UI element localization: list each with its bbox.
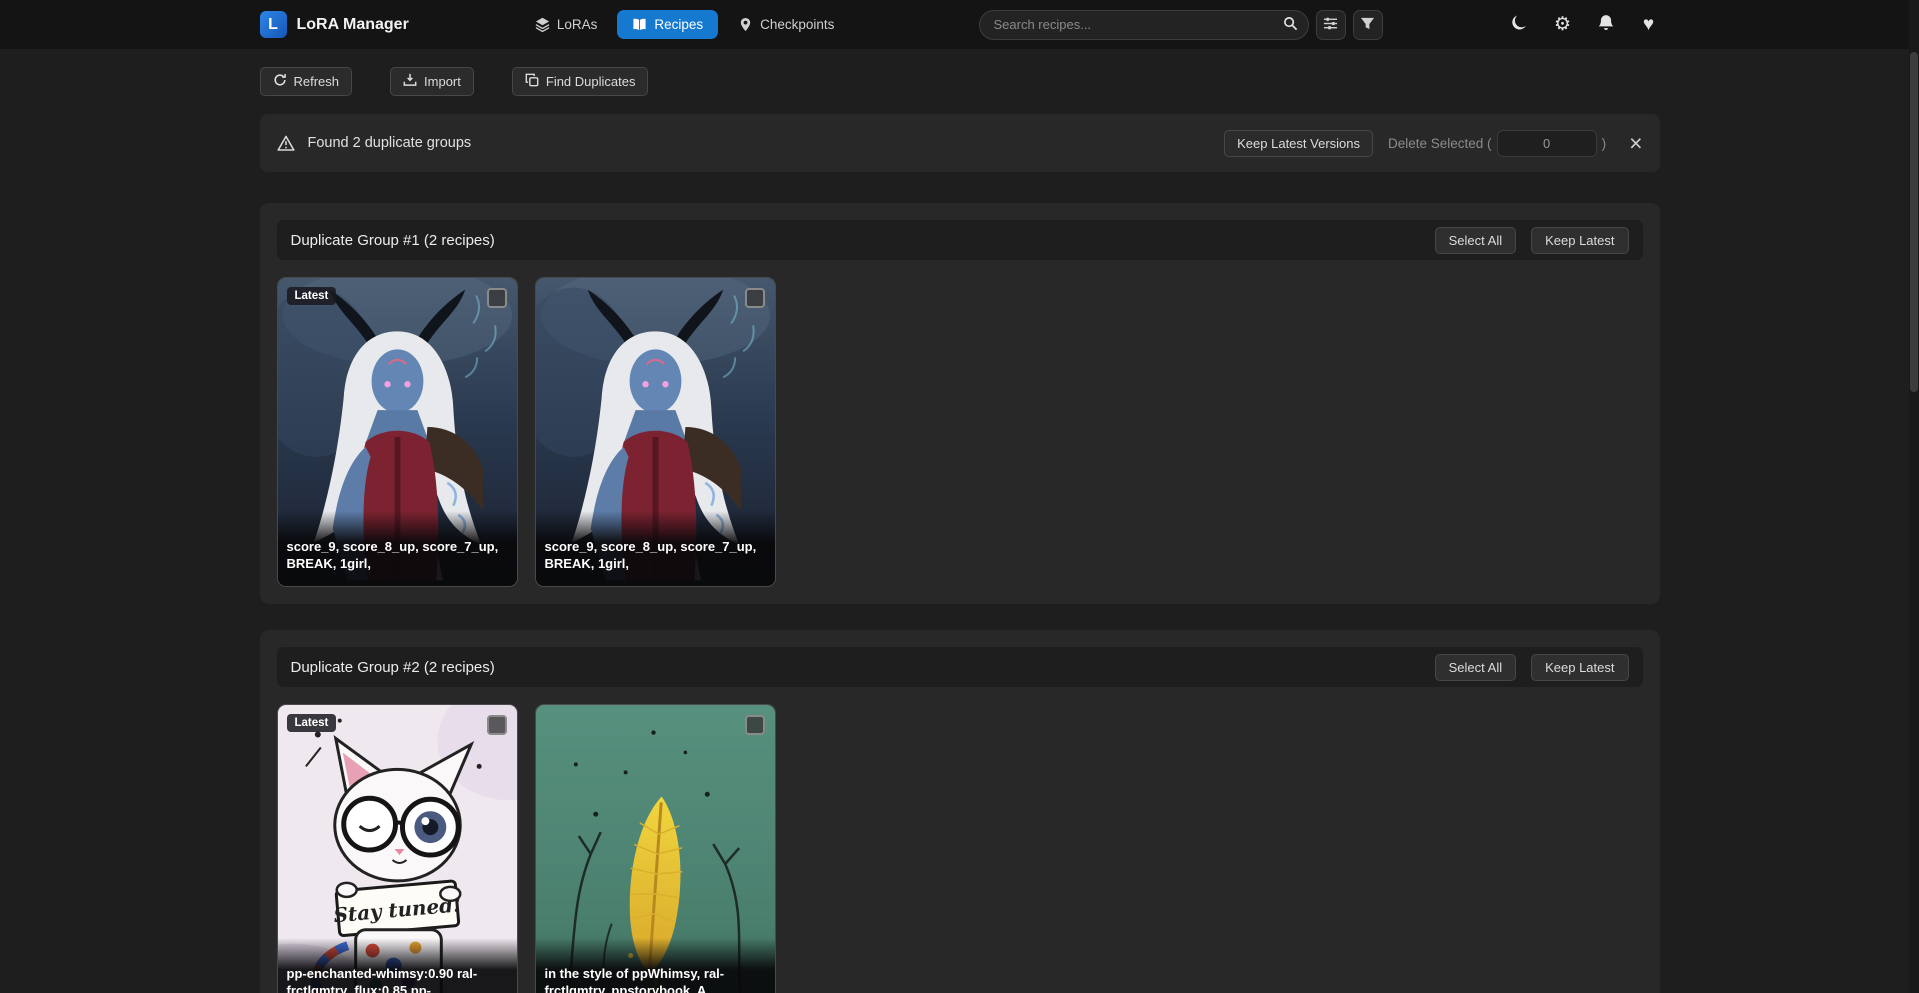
layers-icon [535, 17, 550, 32]
app-title: LoRA Manager [297, 16, 409, 34]
group-1-cards: Latest score_9, score_8_up, score_7_up, … [277, 277, 1643, 587]
app-logo[interactable]: L [260, 11, 287, 38]
group-2-select-all-button[interactable]: Select All [1435, 654, 1516, 681]
find-duplicates-button[interactable]: Find Duplicates [512, 67, 649, 96]
delete-selected-suffix: ) [1602, 136, 1607, 151]
duplicates-copy-icon [525, 73, 539, 90]
recipe-caption: score_9, score_8_up, score_7_up, BREAK, … [278, 511, 517, 586]
import-button[interactable]: Import [390, 67, 474, 96]
group-2-cards: Latest pp-enchanted-whimsy:0.90 ral-frct… [277, 704, 1643, 993]
select-all-label: Select All [1449, 660, 1502, 675]
search-input[interactable] [979, 10, 1309, 40]
recipe-caption: score_9, score_8_up, score_7_up, BREAK, … [536, 511, 775, 586]
group-1-select-all-button[interactable]: Select All [1435, 227, 1516, 254]
filter-button[interactable] [1353, 10, 1383, 40]
duplicate-group-1: Duplicate Group #1 (2 recipes) Select Al… [260, 203, 1660, 604]
book-icon [632, 17, 647, 32]
scrollbar-track[interactable] [1909, 0, 1919, 993]
tab-loras-label: LoRAs [557, 17, 598, 32]
search-button[interactable] [1278, 13, 1304, 37]
navbar-right-icons: ⚙ ♥ [1509, 14, 1660, 36]
import-label: Import [424, 74, 461, 89]
recipe-card[interactable]: in the style of ppWhimsy, ral-frctlgmtry… [535, 704, 776, 993]
import-icon [403, 73, 417, 90]
search-icon [1283, 16, 1298, 34]
recipe-checkbox[interactable] [745, 715, 765, 735]
group-2-header: Duplicate Group #2 (2 recipes) Select Al… [277, 647, 1643, 687]
heart-icon: ♥ [1643, 15, 1654, 34]
bell-icon [1597, 14, 1615, 36]
map-pin-icon [738, 17, 753, 32]
recipe-card[interactable]: Latest pp-enchanted-whimsy:0.90 ral-frct… [277, 704, 518, 993]
banner-close-button[interactable]: × [1629, 132, 1642, 155]
app-logo-letter: L [268, 16, 278, 34]
close-icon: × [1629, 130, 1642, 156]
tab-recipes[interactable]: Recipes [617, 10, 718, 39]
gear-icon: ⚙ [1554, 15, 1571, 34]
sort-options-button[interactable] [1316, 10, 1346, 40]
sliders-icon [1323, 16, 1338, 34]
refresh-label: Refresh [294, 74, 340, 89]
select-all-label: Select All [1449, 233, 1502, 248]
favorites-button[interactable]: ♥ [1638, 14, 1660, 36]
recipe-card[interactable]: Latest score_9, score_8_up, score_7_up, … [277, 277, 518, 587]
tab-loras[interactable]: LoRAs [525, 10, 608, 39]
recipe-checkbox[interactable] [487, 715, 507, 735]
filter-funnel-icon [1360, 16, 1375, 34]
main-content: Refresh Import Find Duplicates [260, 49, 1660, 993]
settings-button[interactable]: ⚙ [1552, 14, 1574, 36]
recipe-card[interactable]: score_9, score_8_up, score_7_up, BREAK, … [535, 277, 776, 587]
recipe-caption: in the style of ppWhimsy, ral-frctlgmtry… [536, 938, 775, 993]
keep-latest-versions-button[interactable]: Keep Latest Versions [1224, 130, 1373, 157]
toolbar: Refresh Import Find Duplicates [260, 67, 1660, 96]
warning-icon [277, 135, 295, 152]
latest-badge: Latest [287, 714, 337, 732]
navbar: L LoRA Manager LoRAs Recipes [0, 0, 1919, 49]
latest-badge: Latest [287, 287, 337, 305]
page: L LoRA Manager LoRAs Recipes [0, 0, 1919, 993]
tab-checkpoints-label: Checkpoints [760, 17, 834, 32]
group-2-title: Duplicate Group #2 (2 recipes) [291, 659, 495, 676]
tab-recipes-label: Recipes [654, 17, 703, 32]
theme-toggle-button[interactable] [1509, 14, 1531, 36]
delete-selected-prefix: Delete Selected ( [1388, 136, 1492, 151]
group-1-keep-latest-button[interactable]: Keep Latest [1531, 227, 1628, 254]
duplicate-group-2: Duplicate Group #2 (2 recipes) Select Al… [260, 630, 1660, 993]
group-2-keep-latest-button[interactable]: Keep Latest [1531, 654, 1628, 681]
find-duplicates-label: Find Duplicates [546, 74, 636, 89]
recipe-checkbox[interactable] [487, 288, 507, 308]
group-1-title: Duplicate Group #1 (2 recipes) [291, 232, 495, 249]
refresh-icon [273, 73, 287, 90]
recipe-checkbox[interactable] [745, 288, 765, 308]
notifications-button[interactable] [1595, 14, 1617, 36]
selected-count-input[interactable] [1497, 130, 1597, 157]
group-1-header: Duplicate Group #1 (2 recipes) Select Al… [277, 220, 1643, 260]
refresh-button[interactable]: Refresh [260, 67, 353, 96]
keep-latest-label: Keep Latest [1545, 660, 1614, 675]
keep-latest-label: Keep Latest [1545, 233, 1614, 248]
banner-message: Found 2 duplicate groups [308, 135, 472, 151]
delete-selected-control: Delete Selected ( ) [1388, 130, 1606, 157]
search-area [979, 10, 1383, 40]
nav-tabs: LoRAs Recipes Checkpoints [525, 10, 845, 39]
moon-icon [1511, 14, 1529, 36]
scrollbar-thumb[interactable] [1910, 52, 1918, 392]
recipe-caption: pp-enchanted-whimsy:0.90 ral-frctlgmtry_… [278, 938, 517, 993]
duplicates-banner: Found 2 duplicate groups Keep Latest Ver… [260, 114, 1660, 172]
keep-latest-versions-label: Keep Latest Versions [1237, 136, 1360, 151]
tab-checkpoints[interactable]: Checkpoints [728, 10, 844, 39]
